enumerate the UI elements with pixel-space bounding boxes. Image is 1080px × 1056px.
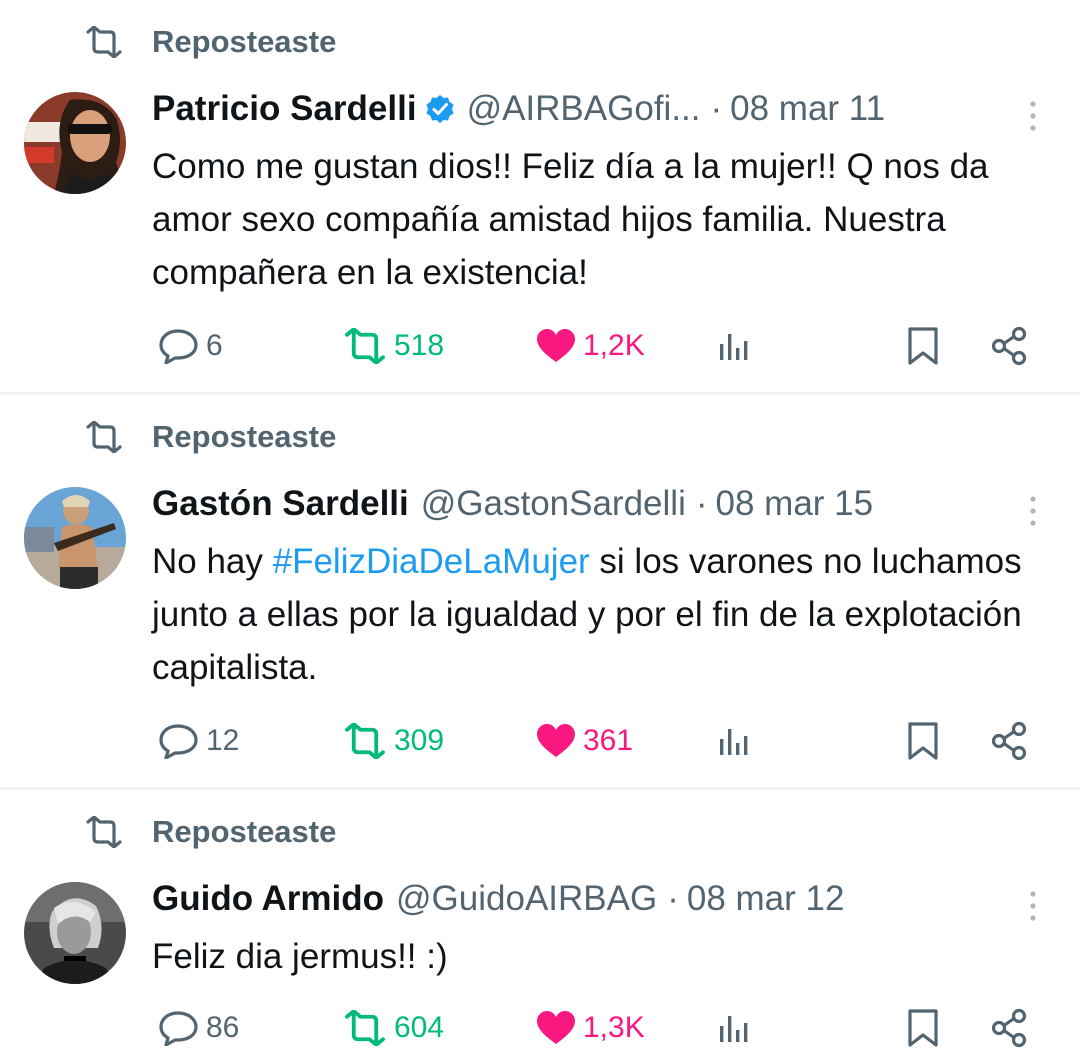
bookmark-icon: [908, 722, 938, 760]
bookmark-icon: [908, 327, 938, 365]
tweet-header: Gastón Sardelli @GastonSardelli · 08 mar…: [152, 479, 873, 529]
timestamp[interactable]: 08 mar 15: [716, 484, 874, 524]
reply-count: 86: [206, 1011, 240, 1044]
tweet-text-start: No hay: [152, 542, 273, 581]
separator-dot: ·: [710, 89, 723, 128]
heart-icon: [537, 329, 575, 362]
repost-count: 604: [394, 1011, 445, 1044]
tweet-text: Como me gustan dios!! Feliz día a la muj…: [152, 147, 989, 292]
verified-badge-icon: [426, 95, 454, 123]
like-count: 1,3K: [583, 1011, 645, 1044]
author-name[interactable]: Patricio Sardelli: [152, 89, 417, 129]
tweet-card[interactable]: Reposteaste Patricio Sardelli @AIRBAGofi…: [0, 0, 1080, 392]
heart-icon: [537, 724, 575, 757]
author-name[interactable]: Guido Armido: [152, 879, 384, 919]
timestamp[interactable]: 08 mar 11: [730, 89, 885, 129]
repost-indicator: Reposteaste: [84, 22, 336, 62]
timestamp[interactable]: 08 mar 12: [687, 879, 845, 919]
tweet-header: Patricio Sardelli @AIRBAGofi... · 08 mar…: [152, 84, 885, 134]
action-bar: 12 309 361: [0, 713, 1080, 769]
repost-count: 518: [394, 329, 445, 362]
reply-button[interactable]: 6: [158, 318, 223, 374]
bookmark-icon: [908, 1009, 938, 1047]
bookmark-button[interactable]: [905, 318, 941, 374]
reply-count: 12: [206, 724, 240, 757]
avatar[interactable]: [24, 487, 126, 589]
share-icon: [991, 1008, 1027, 1048]
repost-icon: [86, 421, 122, 453]
repost-button[interactable]: 518: [342, 318, 444, 374]
action-bar: 86 604 1,3K: [0, 1000, 1080, 1056]
more-icon[interactable]: [1024, 96, 1042, 136]
reply-button[interactable]: 86: [158, 1000, 239, 1056]
like-button[interactable]: 361: [535, 713, 633, 769]
author-handle[interactable]: @AIRBAGofi...: [467, 89, 701, 129]
views-icon: [720, 729, 748, 755]
reply-icon: [159, 1011, 198, 1046]
reply-button[interactable]: 12: [158, 713, 239, 769]
views-icon: [720, 334, 748, 360]
tweet-card[interactable]: Reposteaste Gastón Sardelli @GastonSarde…: [0, 395, 1080, 787]
repost-icon: [86, 816, 122, 848]
bookmark-button[interactable]: [905, 713, 941, 769]
like-button[interactable]: 1,2K: [535, 318, 645, 374]
repost-icon: [86, 26, 122, 58]
repost-icon: [345, 723, 385, 759]
avatar[interactable]: [24, 92, 126, 194]
repost-button[interactable]: 309: [342, 713, 444, 769]
share-button[interactable]: [990, 318, 1030, 374]
avatar[interactable]: [24, 882, 126, 984]
bookmark-button[interactable]: [905, 1000, 941, 1056]
tweet-card[interactable]: Reposteaste Guido Armido @GuidoAIRBAG · …: [0, 790, 1080, 1049]
views-icon: [720, 1016, 748, 1042]
like-count: 361: [583, 724, 634, 757]
tweet-header: Guido Armido @GuidoAIRBAG · 08 mar 12: [152, 874, 844, 924]
tweet-text: No hay #FelizDiaDeLaMujer si los varones…: [152, 535, 1052, 694]
repost-icon: [345, 1010, 385, 1046]
views-button[interactable]: [716, 1000, 752, 1056]
repost-count: 309: [394, 724, 445, 757]
author-name[interactable]: Gastón Sardelli: [152, 484, 409, 524]
repost-indicator: Reposteaste: [84, 417, 336, 457]
author-handle[interactable]: @GuidoAIRBAG: [396, 879, 657, 919]
repost-indicator: Reposteaste: [84, 812, 336, 852]
like-count: 1,2K: [583, 329, 645, 362]
separator-dot: ·: [667, 879, 679, 918]
repost-label: Reposteaste: [152, 814, 337, 849]
share-icon: [991, 721, 1027, 761]
more-icon[interactable]: [1024, 886, 1042, 926]
more-icon[interactable]: [1024, 491, 1042, 531]
repost-button[interactable]: 604: [342, 1000, 444, 1056]
share-button[interactable]: [990, 713, 1030, 769]
views-button[interactable]: [716, 318, 752, 374]
heart-icon: [537, 1011, 575, 1044]
repost-icon: [345, 328, 385, 364]
separator-dot: ·: [695, 484, 708, 523]
like-button[interactable]: 1,3K: [535, 1000, 645, 1056]
reply-icon: [159, 329, 198, 364]
share-button[interactable]: [990, 1000, 1030, 1056]
tweet-text: Feliz dia jermus!! :): [152, 937, 448, 976]
share-icon: [991, 326, 1027, 366]
hashtag-link[interactable]: #FelizDiaDeLaMujer: [273, 542, 590, 581]
repost-label: Reposteaste: [152, 419, 337, 454]
reply-icon: [159, 724, 198, 759]
author-handle[interactable]: @GastonSardelli: [421, 484, 686, 524]
repost-label: Reposteaste: [152, 24, 337, 59]
reply-count: 6: [206, 329, 223, 362]
action-bar: 6 518 1,2K: [0, 318, 1080, 374]
views-button[interactable]: [716, 713, 752, 769]
